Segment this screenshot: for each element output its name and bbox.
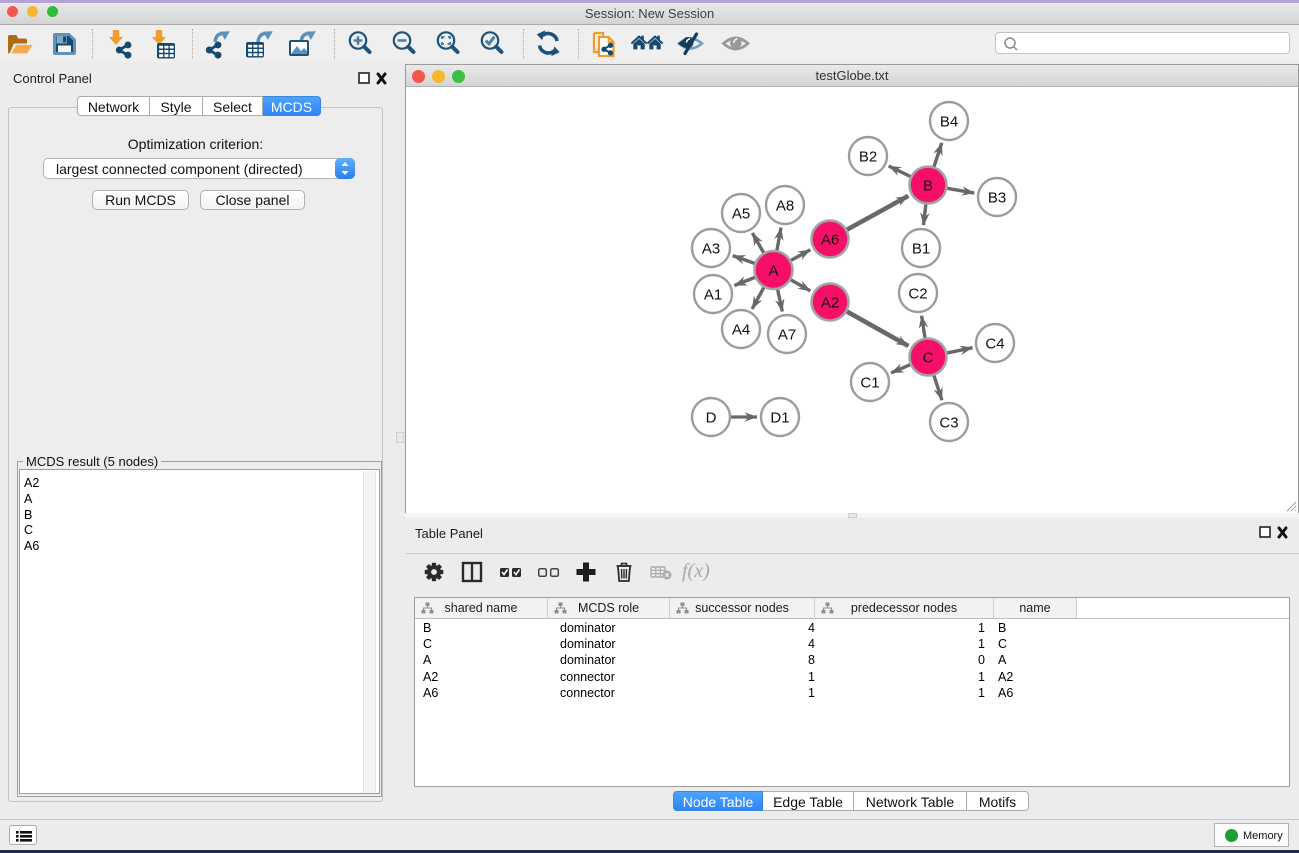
svg-text:A2: A2 (821, 294, 839, 311)
svg-text:A6: A6 (821, 231, 839, 248)
svg-text:C1: C1 (860, 374, 879, 391)
svg-text:A4: A4 (732, 321, 750, 338)
svg-text:C: C (923, 349, 934, 366)
svg-text:B4: B4 (940, 113, 958, 130)
svg-text:B3: B3 (988, 189, 1006, 206)
svg-text:D1: D1 (770, 409, 789, 426)
svg-text:B: B (923, 177, 933, 194)
svg-text:A7: A7 (778, 326, 796, 343)
svg-text:A8: A8 (776, 197, 794, 214)
svg-text:B1: B1 (912, 240, 930, 257)
svg-text:C2: C2 (908, 285, 927, 302)
svg-text:A: A (768, 262, 778, 279)
svg-text:B2: B2 (859, 148, 877, 165)
svg-text:A3: A3 (702, 240, 720, 257)
svg-text:C3: C3 (939, 414, 958, 431)
svg-text:A5: A5 (732, 205, 750, 222)
svg-text:D: D (706, 409, 717, 426)
svg-text:A1: A1 (704, 286, 722, 303)
svg-text:C4: C4 (985, 335, 1004, 352)
